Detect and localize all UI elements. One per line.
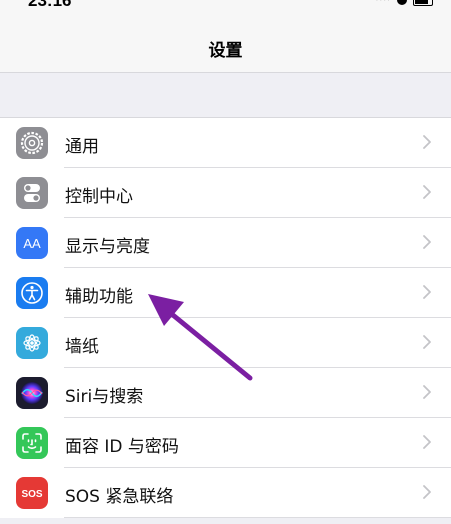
chevron-right-icon xyxy=(423,235,431,249)
face-id-icon xyxy=(16,427,48,459)
settings-item-control-center[interactable]: 控制中心 xyxy=(0,168,451,218)
status-time: 23:16 xyxy=(28,0,72,10)
settings-item-label: 面容 ID 与密码 xyxy=(65,437,179,457)
battery-icon xyxy=(413,0,433,6)
divider xyxy=(64,517,451,518)
gear-icon xyxy=(16,127,48,159)
sos-icon-text: SOS xyxy=(21,489,42,500)
accessibility-icon xyxy=(16,277,48,309)
sos-icon: SOS xyxy=(16,477,48,509)
chevron-right-icon xyxy=(423,435,431,449)
settings-item-label: 显示与亮度 xyxy=(65,237,150,257)
wallpaper-icon xyxy=(16,327,48,359)
settings-item-face-id-passcode[interactable]: 面容 ID 与密码 xyxy=(0,418,451,468)
settings-item-label: 辅助功能 xyxy=(65,287,133,307)
chevron-right-icon xyxy=(423,385,431,399)
settings-item-siri-search[interactable]: Siri与搜索 xyxy=(0,368,451,418)
chevron-right-icon xyxy=(423,485,431,499)
settings-item-emergency-sos[interactable]: SOS SOS 紧急联络 xyxy=(0,468,451,518)
status-bar: 23:16 ···· xyxy=(0,0,451,22)
settings-item-wallpaper[interactable]: 墙纸 xyxy=(0,318,451,368)
settings-item-display-brightness[interactable]: AA 显示与亮度 xyxy=(0,218,451,268)
wifi-icon xyxy=(397,0,407,5)
settings-item-label: 墙纸 xyxy=(65,337,99,357)
settings-item-general[interactable]: 通用 xyxy=(0,118,451,168)
status-indicators: ···· xyxy=(376,0,433,6)
chevron-right-icon xyxy=(423,285,431,299)
chevron-right-icon xyxy=(423,185,431,199)
settings-item-label: Siri与搜索 xyxy=(65,387,144,407)
chevron-right-icon xyxy=(423,135,431,149)
settings-item-label: 通用 xyxy=(65,137,99,157)
settings-list: 通用 控制中心 AA 显示与亮度 辅助功能 墙纸 Siri与搜索 面容 ID 与… xyxy=(0,117,451,518)
siri-icon xyxy=(16,377,48,409)
settings-item-label: SOS 紧急联络 xyxy=(65,487,174,507)
settings-item-label: 控制中心 xyxy=(65,187,133,207)
display-icon-text: AA xyxy=(23,236,41,251)
display-brightness-icon: AA xyxy=(16,227,48,259)
settings-item-accessibility[interactable]: 辅助功能 xyxy=(0,268,451,318)
page-title: 设置 xyxy=(208,41,243,61)
chevron-right-icon xyxy=(423,335,431,349)
control-center-icon xyxy=(16,177,48,209)
navigation-bar: 设置 xyxy=(0,22,451,73)
cellular-signal-icon: ···· xyxy=(375,0,391,6)
